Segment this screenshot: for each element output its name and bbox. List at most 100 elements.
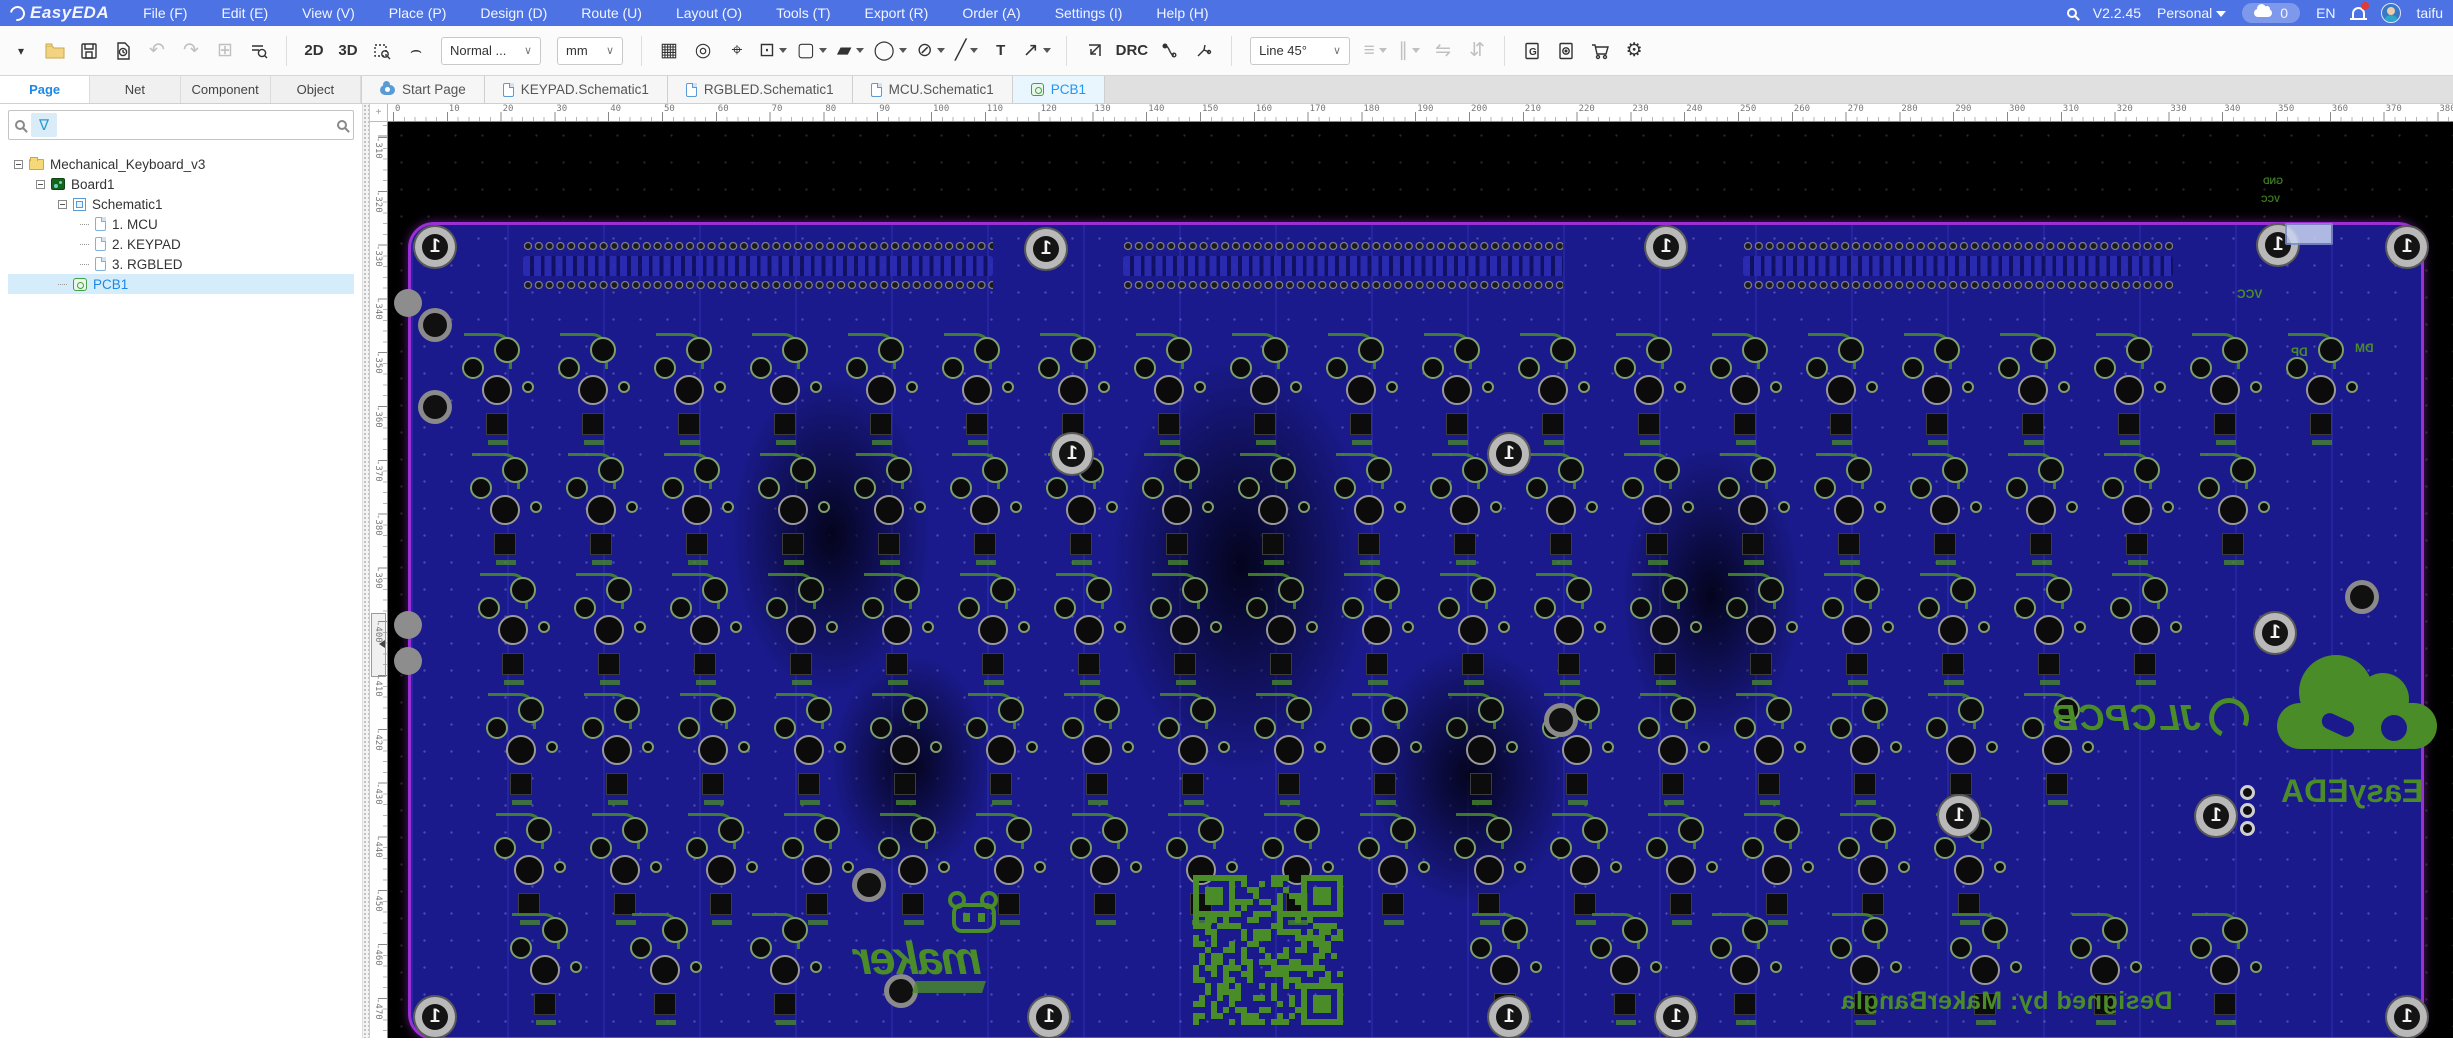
search-submit-icon[interactable] bbox=[337, 120, 347, 130]
menu-tools[interactable]: Tools (T) bbox=[776, 5, 830, 21]
text-tool-button[interactable]: T bbox=[986, 35, 1016, 67]
unit-select[interactable]: mm ∨ bbox=[557, 36, 623, 65]
workspace-switcher[interactable]: Personal bbox=[2157, 5, 2227, 21]
menu-place[interactable]: Place (P) bbox=[389, 5, 447, 21]
led-pad bbox=[1638, 413, 1660, 435]
switch-pin-hole bbox=[2070, 937, 2092, 959]
switch-pin-hole bbox=[2126, 337, 2152, 363]
order-pcb-button[interactable] bbox=[1585, 35, 1615, 67]
switch-pin-hole bbox=[2346, 381, 2358, 393]
tree-collapse-toggle[interactable] bbox=[36, 179, 45, 189]
zoom-window-button[interactable] bbox=[367, 35, 397, 67]
gerber-export-button[interactable]: G bbox=[1517, 35, 1547, 67]
footprint-tool-button[interactable]: ⊡ bbox=[756, 35, 790, 67]
via-tool-button[interactable]: ⌖ bbox=[722, 35, 752, 67]
led-pad bbox=[886, 653, 908, 675]
switch-pin-hole bbox=[1454, 337, 1480, 363]
solid-region-tool-button[interactable]: ▰ bbox=[834, 35, 867, 67]
line-mode-select[interactable]: Line 45° ∨ bbox=[1250, 36, 1351, 65]
design-manager-button[interactable] bbox=[244, 35, 274, 67]
tree-collapse-toggle[interactable] bbox=[58, 199, 67, 209]
panel-tab-component[interactable]: Component bbox=[180, 76, 271, 103]
menu-view[interactable]: View (V) bbox=[302, 5, 355, 21]
menu-design[interactable]: Design (D) bbox=[480, 5, 547, 21]
h-ruler-label: 210 bbox=[1524, 104, 1542, 114]
save-button[interactable] bbox=[74, 35, 104, 67]
switch-pin-hole bbox=[1390, 817, 1416, 843]
view-2d-button[interactable]: 2D bbox=[299, 35, 329, 67]
tab-rgbled-schematic1[interactable]: RGBLED.Schematic1 bbox=[667, 76, 853, 103]
track-tool-button[interactable]: ╱ bbox=[952, 35, 982, 67]
menu-edit[interactable]: Edit (E) bbox=[221, 5, 268, 21]
board-preview-button[interactable]: ⌢ bbox=[401, 35, 431, 67]
filter-button[interactable]: ∇ bbox=[31, 113, 57, 137]
tree-item-mechanical-keyboard-v3[interactable]: Mechanical_Keyboard_v3 bbox=[8, 154, 354, 174]
tree-item-board1[interactable]: Board1 bbox=[8, 174, 354, 194]
tree-search-input[interactable] bbox=[63, 114, 331, 136]
settings-button[interactable]: ⚙ bbox=[1619, 35, 1649, 67]
route-width-select[interactable]: Normal ... ∨ bbox=[441, 36, 541, 65]
fabrication-file-button[interactable] bbox=[1551, 35, 1581, 67]
led-pad bbox=[2030, 533, 2052, 555]
oval-tool-button[interactable]: ◯ bbox=[871, 35, 910, 67]
pcb-board: 1 1 1 1 1 1 1 1 1 1 1 1 1 1 1 VCC DP DM JLCPCB EasyEDA Desig… bbox=[394, 222, 2437, 1038]
v-ruler-label: -400 bbox=[373, 621, 383, 643]
tree-collapse-toggle[interactable] bbox=[14, 159, 23, 169]
panel-tab-net[interactable]: Net bbox=[90, 76, 181, 103]
tree-item-pcb1[interactable]: PCB1 bbox=[8, 274, 354, 294]
menu-export[interactable]: Export (R) bbox=[865, 5, 929, 21]
pcb-canvas[interactable]: 1 1 1 1 1 1 1 1 1 1 1 1 1 1 1 VCC DP DM JLCPCB EasyEDA Desig… bbox=[388, 122, 2453, 1038]
import-changes-button[interactable] bbox=[1079, 35, 1109, 67]
keepout-tool-button[interactable]: ⊘ bbox=[914, 35, 948, 67]
switch-pin-hole bbox=[518, 697, 544, 723]
grid-settings-button[interactable]: ▦ bbox=[654, 35, 684, 67]
avatar[interactable] bbox=[2380, 3, 2401, 23]
tree-item-2-keypad[interactable]: 2. KEYPAD bbox=[8, 234, 354, 254]
menu-layout[interactable]: Layout (O) bbox=[676, 5, 742, 21]
route-diff-button[interactable] bbox=[1189, 35, 1219, 67]
menu-route[interactable]: Route (U) bbox=[581, 5, 642, 21]
menu-settings[interactable]: Settings (I) bbox=[1055, 5, 1123, 21]
panel-tab-object[interactable]: Object bbox=[270, 76, 361, 103]
panel-tab-page[interactable]: Page bbox=[0, 76, 91, 103]
switch-pin-hole bbox=[618, 381, 630, 393]
menu-order[interactable]: Order (A) bbox=[962, 5, 1020, 21]
menu-help[interactable]: Help (H) bbox=[1156, 5, 1208, 21]
switch-center-hole bbox=[994, 855, 1024, 885]
dimension-tool-button[interactable]: ↗ bbox=[1020, 35, 1054, 67]
switch-center-hole bbox=[690, 615, 720, 645]
file-history-button[interactable] bbox=[108, 35, 138, 67]
copper-area-tool-button[interactable]: ▢ bbox=[794, 35, 830, 67]
route-single-button[interactable] bbox=[1155, 35, 1185, 67]
language-button[interactable]: EN bbox=[2316, 5, 2335, 21]
new-project-button[interactable] bbox=[40, 35, 70, 67]
menu-file[interactable]: File (F) bbox=[143, 5, 187, 21]
chevron-down-icon bbox=[818, 48, 827, 53]
tree-item-1-mcu[interactable]: 1. MCU bbox=[8, 214, 354, 234]
cloud-sync-button[interactable]: 0 bbox=[2242, 3, 2301, 23]
led-pad bbox=[966, 413, 988, 435]
tree-item-schematic1[interactable]: Schematic1 bbox=[8, 194, 354, 214]
switch-pin-hole bbox=[1630, 597, 1652, 619]
drc-button[interactable]: DRC bbox=[1113, 35, 1152, 67]
led-designator bbox=[488, 440, 508, 445]
pad-tool-button[interactable]: ◎ bbox=[688, 35, 718, 67]
panel-splitter[interactable] bbox=[362, 104, 370, 1038]
notifications-button[interactable] bbox=[2349, 2, 2369, 21]
tab-start-page[interactable]: Start Page bbox=[362, 76, 485, 103]
view-3d-button[interactable]: 3D bbox=[333, 35, 363, 67]
maker-logo: maker bbox=[856, 891, 1096, 997]
led-pad bbox=[1262, 533, 1284, 555]
tab-pcb1[interactable]: PCB1 bbox=[1012, 76, 1105, 103]
led-designator bbox=[2136, 680, 2156, 685]
h-ruler-label: 340 bbox=[2224, 104, 2241, 114]
tab-mcu-schematic1[interactable]: MCU.Schematic1 bbox=[852, 76, 1013, 103]
switch-pin-hole bbox=[1710, 937, 1732, 959]
tab-keypad-schematic1[interactable]: KEYPAD.Schematic1 bbox=[484, 76, 668, 103]
keyswitch-footprint bbox=[458, 333, 548, 451]
toolbar-overflow-caret[interactable]: ▾ bbox=[6, 35, 36, 67]
switch-center-hole bbox=[1946, 735, 1976, 765]
tree-item-3-rgbled[interactable]: 3. RGBLED bbox=[8, 254, 354, 274]
search-icon[interactable] bbox=[2066, 8, 2077, 18]
username-label[interactable]: taifu bbox=[2417, 5, 2443, 21]
